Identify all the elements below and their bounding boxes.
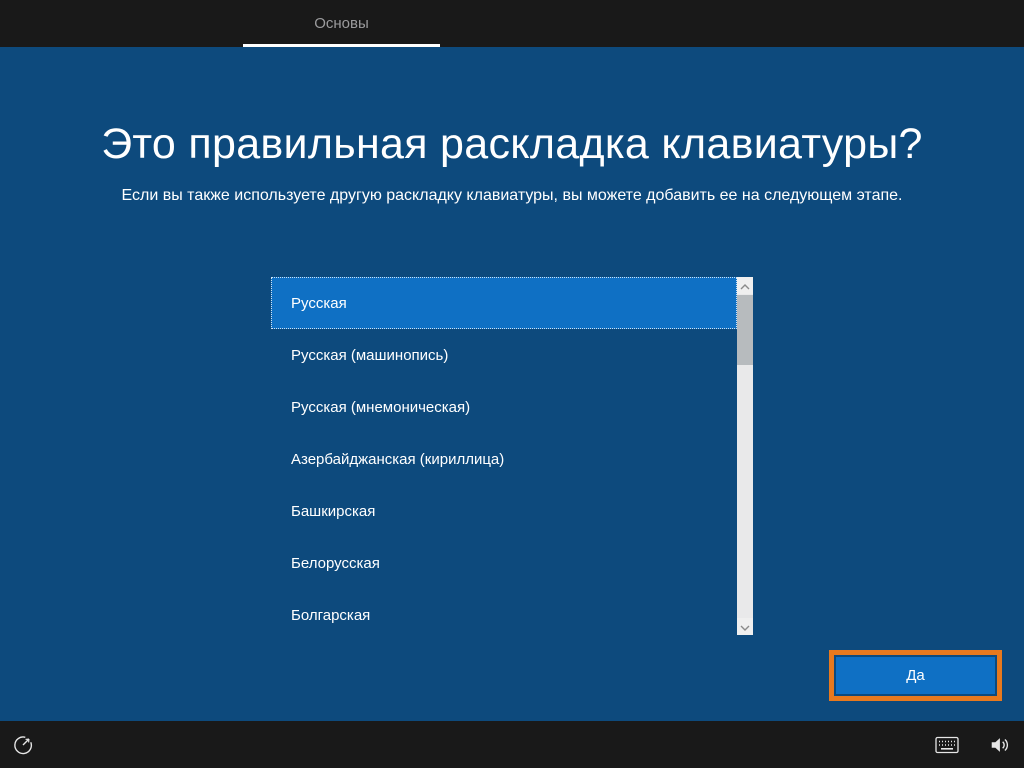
keyboard-layout-list: Русская Русская (машинопись) Русская (мн… [271, 277, 737, 641]
ease-of-access-icon[interactable] [10, 732, 36, 758]
chevron-up-icon [740, 277, 750, 295]
layout-option[interactable]: Русская [271, 277, 737, 329]
scroll-down-button[interactable] [737, 618, 753, 635]
layout-option[interactable]: Белорусская [271, 537, 737, 589]
scrollbar-thumb[interactable] [737, 295, 753, 365]
layout-option-label: Башкирская [291, 503, 375, 520]
layout-option-label: Болгарская [291, 607, 370, 624]
page-subtitle: Если вы также используете другую расклад… [0, 187, 1024, 205]
layout-option[interactable]: Русская (машинопись) [271, 329, 737, 381]
scroll-up-button[interactable] [737, 277, 753, 294]
tab-basics-label: Основы [314, 15, 369, 32]
layout-option[interactable]: Азербайджанская (кириллица) [271, 433, 737, 485]
layout-option-label: Русская (мнемоническая) [291, 399, 470, 416]
chevron-down-icon [740, 618, 750, 636]
list-scrollbar[interactable] [737, 277, 753, 635]
volume-icon[interactable] [986, 733, 1012, 757]
yes-button[interactable]: Да [836, 657, 995, 694]
top-bar: Основы [0, 0, 1024, 47]
layout-option[interactable]: Башкирская [271, 485, 737, 537]
layout-option-label: Азербайджанская (кириллица) [291, 451, 504, 468]
layout-option-label: Русская (машинопись) [291, 347, 448, 364]
tab-basics: Основы [243, 0, 440, 47]
keyboard-layout-listbox: Русская Русская (машинопись) Русская (мн… [271, 277, 753, 641]
active-tab-indicator [243, 44, 440, 47]
keyboard-icon[interactable] [934, 734, 960, 756]
layout-option-label: Русская [291, 295, 347, 312]
page-title: Это правильная раскладка клавиатуры? [0, 120, 1024, 169]
layout-option[interactable]: Русская (мнемоническая) [271, 381, 737, 433]
layout-option[interactable]: Болгарская [271, 589, 737, 641]
yes-button-focus-ring: Да [829, 650, 1002, 701]
layout-option-label: Белорусская [291, 555, 380, 572]
bottom-bar [0, 721, 1024, 768]
